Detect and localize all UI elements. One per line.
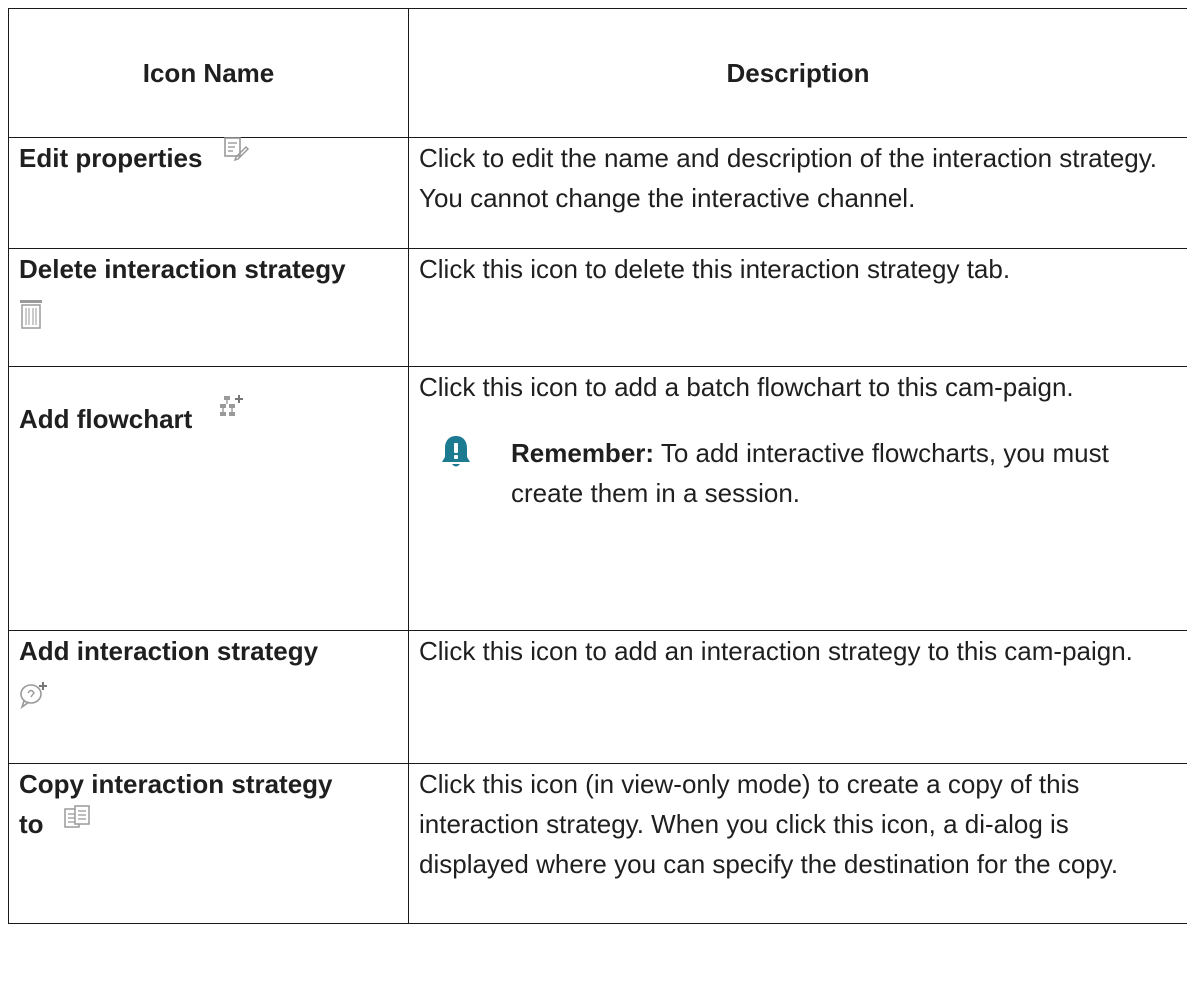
edit-properties-icon — [222, 134, 250, 162]
add-flowchart-icon — [218, 394, 244, 420]
header-row: Icon Name Description — [8, 8, 1187, 138]
description-cell: Click this icon to add an interaction st… — [408, 630, 1187, 764]
description-cell: Click this icon (in view-only mode) to c… — [408, 763, 1187, 924]
table-row: Add interaction strategy Click this icon… — [8, 630, 1187, 764]
table-row: Add flowchart Click this icon to add a b… — [8, 366, 1187, 631]
icon-name-cell: Edit properties — [8, 137, 409, 249]
icon-name-cell: Copy interaction strategy to — [8, 763, 409, 924]
icon-table: Icon Name Description Edit properties Cl — [8, 8, 1187, 924]
description-text: Click this icon to add a batch flowchart… — [419, 372, 1074, 402]
trash-icon — [19, 299, 43, 329]
icon-name-text: Delete interaction strategy — [19, 254, 346, 284]
bell-alert-icon — [441, 435, 471, 480]
copy-icon — [63, 804, 91, 832]
add-interaction-strategy-icon — [19, 681, 49, 710]
icon-name-text: Copy interaction strategy — [19, 769, 333, 799]
icon-name-text: Add flowchart — [19, 404, 193, 434]
remember-note: Remember: To add interactive flowcharts,… — [419, 433, 1177, 513]
header-description: Description — [408, 8, 1187, 138]
icon-name-text: to — [19, 809, 44, 839]
icon-name-cell: Add interaction strategy — [8, 630, 409, 764]
note-label: Remember: — [511, 438, 655, 468]
description-cell: Click this icon to add a batch flowchart… — [408, 366, 1187, 631]
icon-name-cell: Add flowchart — [8, 366, 409, 631]
icon-name-text: Add interaction strategy — [19, 636, 319, 666]
icon-name-text: Edit properties — [19, 143, 203, 173]
table-row: Edit properties Click to edit the name a… — [8, 137, 1187, 249]
table-row: Copy interaction strategy to Click this … — [8, 763, 1187, 924]
icon-name-cell: Delete interaction strategy — [8, 248, 409, 367]
description-cell: Click to edit the name and description o… — [408, 137, 1187, 249]
table-row: Delete interaction strategy Click this i… — [8, 248, 1187, 367]
header-icon-name: Icon Name — [8, 8, 409, 138]
description-cell: Click this icon to delete this interacti… — [408, 248, 1187, 367]
